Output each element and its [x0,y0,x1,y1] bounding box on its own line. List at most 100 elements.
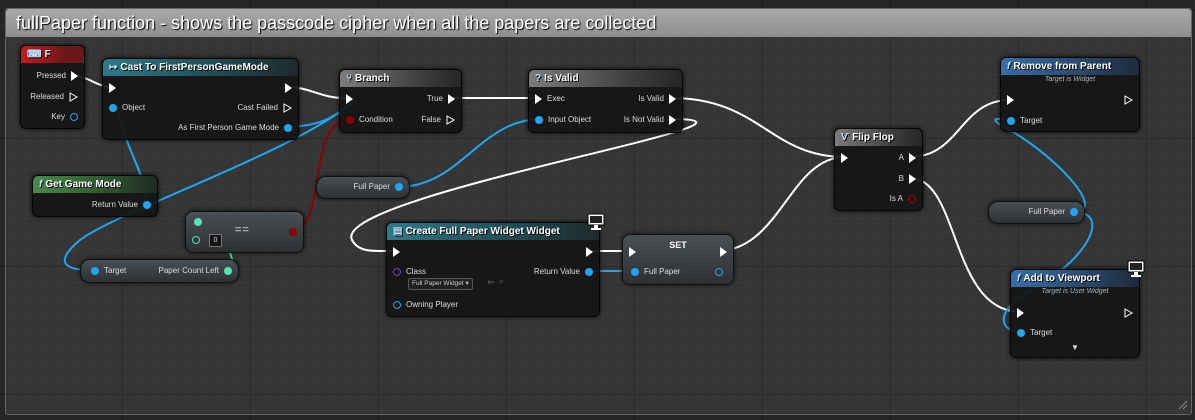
input-object-row[interactable]: Input Object [535,114,591,126]
exec-out-row[interactable] [1124,307,1133,319]
exec-out-pin[interactable] [669,115,676,125]
target-pin[interactable] [1017,329,1025,337]
object-pin-row[interactable]: Object [109,102,145,114]
full-paper-out-row[interactable] [715,266,723,278]
int-value-box[interactable]: 0 [209,234,222,247]
flip-flop-node[interactable]: Ѵ Flip Flop A B Is A [834,128,923,211]
a-pin-row[interactable]: A [899,152,916,164]
full-paper-pin[interactable] [395,183,403,191]
exec-in-pin[interactable] [1017,308,1024,318]
exec-out-row[interactable] [586,246,593,258]
condition-pin[interactable] [346,116,354,124]
class-dropdown[interactable]: Full Paper Widget ▾ [408,278,473,290]
expand-arrow-icon[interactable]: ▼ [1011,343,1139,352]
full-paper-getter[interactable]: Full Paper [988,201,1085,224]
exec-in-row[interactable] [109,82,116,94]
full-paper-pin-row[interactable]: Full Paper [354,181,403,193]
true-pin-row[interactable]: True [427,93,455,105]
exec-out-row[interactable] [1124,94,1133,106]
exec-in-row[interactable] [841,152,848,164]
object-pin[interactable] [109,104,117,112]
exec-out-pin[interactable] [285,83,292,93]
full-paper-pin-row[interactable]: Full Paper [1029,206,1078,218]
exec-out-row[interactable] [285,82,292,94]
target-pin-row[interactable]: Target [1017,327,1052,339]
paper-count-pin[interactable] [224,267,232,275]
arrow-left-icon[interactable]: ⇐ [487,277,495,288]
equals-node[interactable]: 0 == [185,211,304,253]
branch-node[interactable]: ⑂ Branch True Condition False [339,69,462,133]
exec-in-row[interactable] [629,246,636,258]
b-pin-row[interactable]: B [899,173,916,185]
exec-out-pin[interactable] [71,71,78,81]
exec-out-pin-empty[interactable] [446,115,455,125]
is-valid-node[interactable]: ? Is Valid Exec Is Valid Input Object Is … [528,69,683,133]
exec-in-pin[interactable] [109,83,116,93]
search-icon[interactable]: ⌕ [499,277,503,287]
exec-out-pin[interactable] [448,94,455,104]
exec-out-row[interactable] [720,246,727,258]
is-not-valid-row[interactable]: Is Not Valid [624,114,676,126]
pressed-pin-row[interactable]: Pressed [37,70,78,82]
int-input-a-pin[interactable] [194,218,202,226]
paper-count-getter[interactable]: Target Paper Count Left [80,259,239,283]
input-key-f-node[interactable]: ⌨ F Pressed Released Key [20,45,85,129]
owning-player-pin[interactable] [393,301,401,309]
int-input-b-row[interactable] [192,236,200,244]
resize-grip-icon[interactable] [1178,400,1188,410]
return-value-pin[interactable] [585,268,593,276]
exec-out-pin-empty[interactable] [1124,95,1133,105]
class-pin-row[interactable]: Class [393,266,426,278]
as-game-mode-pin[interactable] [284,124,292,132]
exec-in-pin[interactable] [346,94,353,104]
return-value-row[interactable]: Return Value [534,266,593,278]
exec-out-pin[interactable] [586,247,593,257]
key-pin-row[interactable]: Key [51,111,78,123]
is-valid-row[interactable]: Is Valid [638,93,676,105]
as-game-mode-row[interactable]: As First Person Game Mode [178,122,292,134]
add-to-viewport-node[interactable]: f Add to Viewport Target is User Widget T… [1010,269,1140,358]
full-paper-out-pin[interactable] [715,268,723,276]
remove-from-parent-node[interactable]: f Remove from Parent Target is Widget Tar… [1000,57,1140,132]
cast-node[interactable]: ↦ Cast To FirstPersonGameMode Object Cast… [102,58,299,140]
exec-in-pin[interactable] [841,153,848,163]
target-pin-row[interactable]: Target [1007,115,1042,127]
is-a-pin-row[interactable]: Is A [890,193,916,205]
bool-out-pin[interactable] [289,228,297,236]
exec-in-pin[interactable] [393,247,400,257]
exec-out-pin-empty[interactable] [1124,308,1133,318]
exec-in-row[interactable] [346,93,353,105]
exec-in-row[interactable] [1017,307,1024,319]
target-pin[interactable] [1007,117,1015,125]
int-input-b-pin[interactable] [192,236,200,244]
set-full-paper-node[interactable]: SET Full Paper [622,234,734,285]
exec-out-pin[interactable] [909,174,916,184]
exec-in-row[interactable] [1007,94,1014,106]
owning-player-row[interactable]: Owning Player [393,299,458,311]
exec-out-pin-empty[interactable] [69,92,78,102]
input-object-pin[interactable] [535,116,543,124]
condition-pin-row[interactable]: Condition [346,114,393,126]
target-pin[interactable] [91,267,99,275]
exec-in-pin[interactable] [1007,95,1014,105]
create-widget-node[interactable]: ▤ Create Full Paper Widget Widget Class F… [386,222,600,317]
exec-out-pin[interactable] [720,247,727,257]
exec-in-row[interactable]: Exec [535,93,565,105]
is-a-pin[interactable] [908,195,916,203]
key-pin[interactable] [70,113,78,121]
target-pin-row[interactable]: Target [91,265,126,277]
false-pin-row[interactable]: False [421,114,455,126]
exec-in-pin[interactable] [629,247,636,257]
exec-in-pin[interactable] [535,94,542,104]
get-game-mode-node[interactable]: f Get Game Mode Return Value [32,175,158,217]
class-pin[interactable] [393,268,401,276]
cast-failed-row[interactable]: Cast Failed [238,102,292,114]
paper-count-row[interactable]: Paper Count Left [159,265,232,277]
exec-out-pin[interactable] [669,94,676,104]
full-paper-pin[interactable] [1070,208,1078,216]
exec-out-pin-empty[interactable] [283,103,292,113]
exec-out-pin[interactable] [909,153,916,163]
return-value-pin[interactable] [143,201,151,209]
released-pin-row[interactable]: Released [30,91,78,103]
full-paper-getter[interactable]: Full Paper [316,176,410,199]
